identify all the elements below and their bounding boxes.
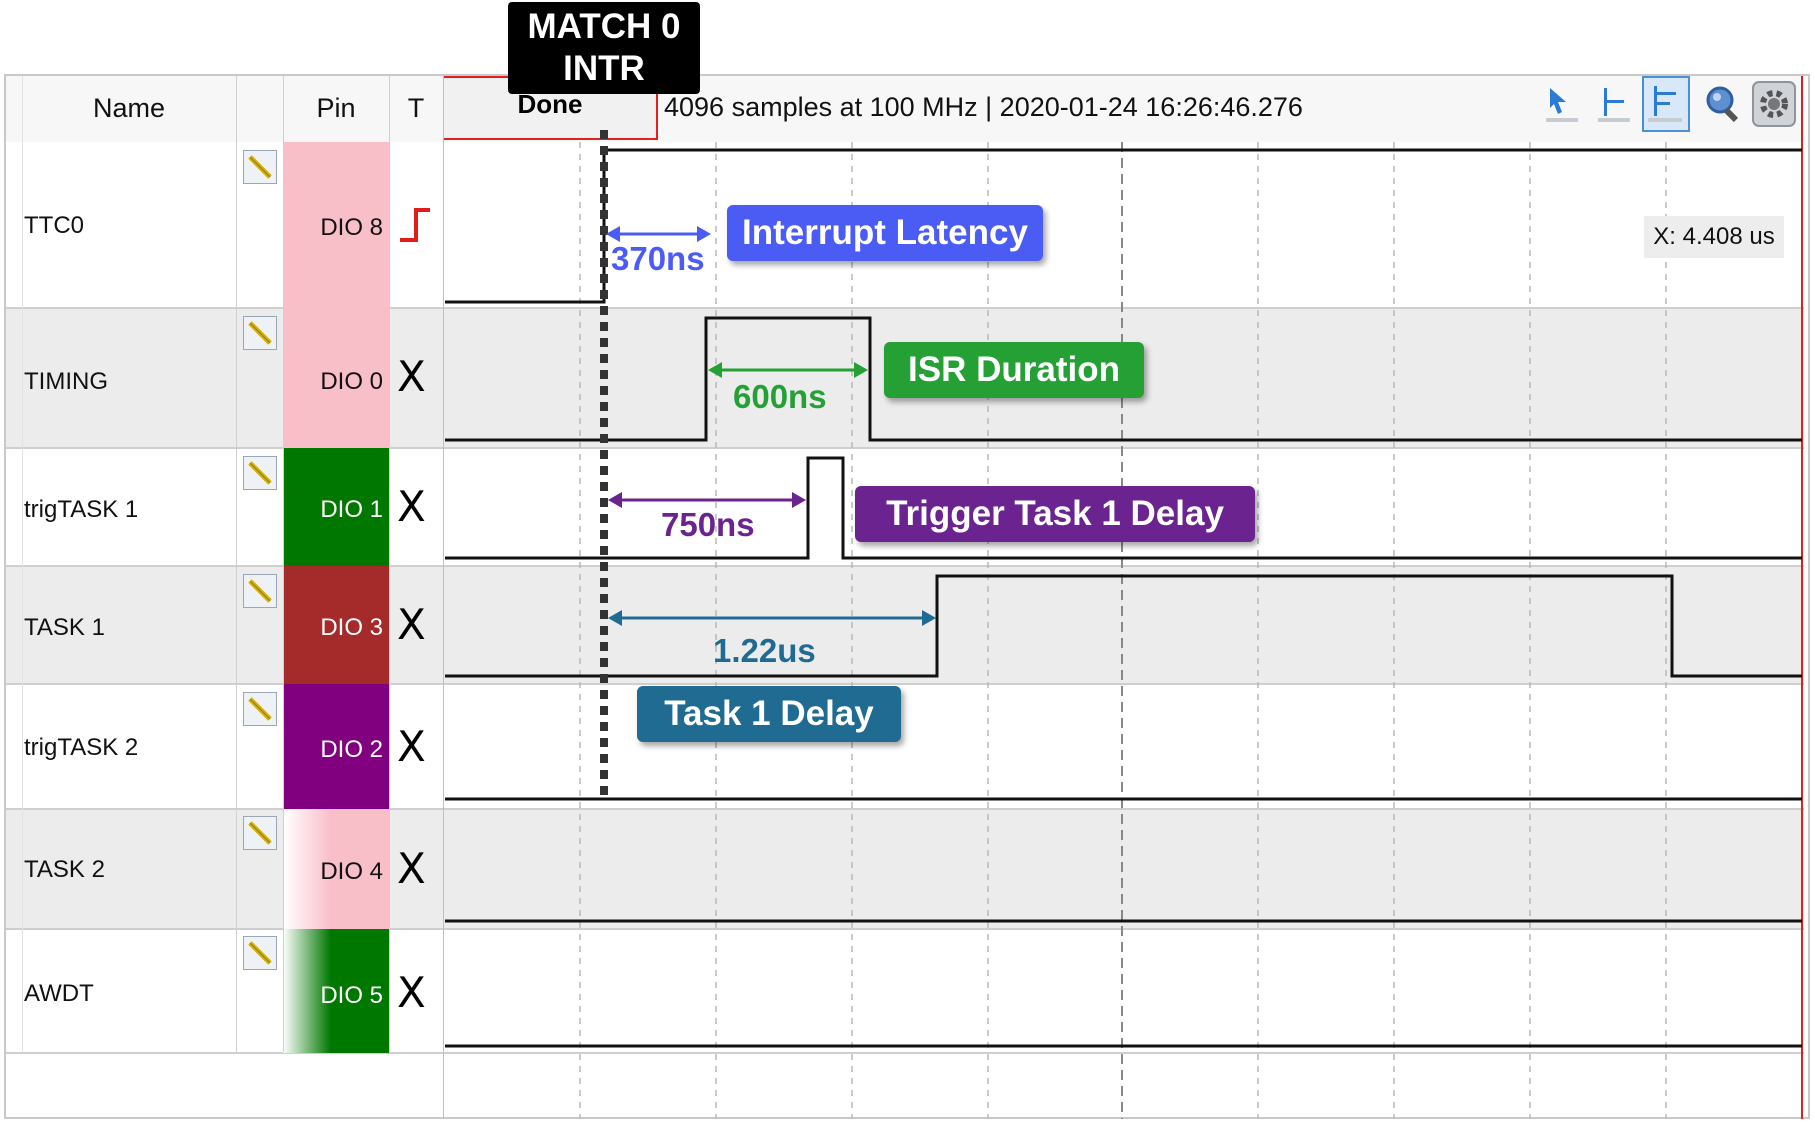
marker-label-line2: INTR xyxy=(563,49,645,88)
callout-task1-delay: Task 1 Delay xyxy=(637,686,901,742)
measurement-interrupt-latency: 370ns xyxy=(611,240,705,277)
callout-trigger-task1-delay: Trigger Task 1 Delay xyxy=(855,486,1255,542)
measurement-task1-delay: 1.22us xyxy=(713,632,816,669)
waveform-task1 xyxy=(445,574,1802,678)
waveform-ttc0 xyxy=(445,148,1802,304)
measurement-trigger-task1-delay: 750ns xyxy=(661,506,755,543)
marker-label-line1: MATCH 0 xyxy=(527,7,681,46)
cursor-readout: X: 4.408 us xyxy=(1644,216,1784,258)
waveform-plot[interactable] xyxy=(0,0,1815,1126)
callout-isr-duration: ISR Duration xyxy=(884,342,1144,398)
measurement-isr-duration: 600ns xyxy=(733,378,827,415)
arrow-task1-delay xyxy=(608,610,936,626)
arrow-isr-duration xyxy=(708,362,868,378)
callout-interrupt-latency: Interrupt Latency xyxy=(727,205,1043,261)
marker-label[interactable]: MATCH 0 INTR xyxy=(508,2,700,94)
logic-analyzer-window: Name Pin T Done 4096 samples at 100 MHz … xyxy=(0,0,1815,1126)
